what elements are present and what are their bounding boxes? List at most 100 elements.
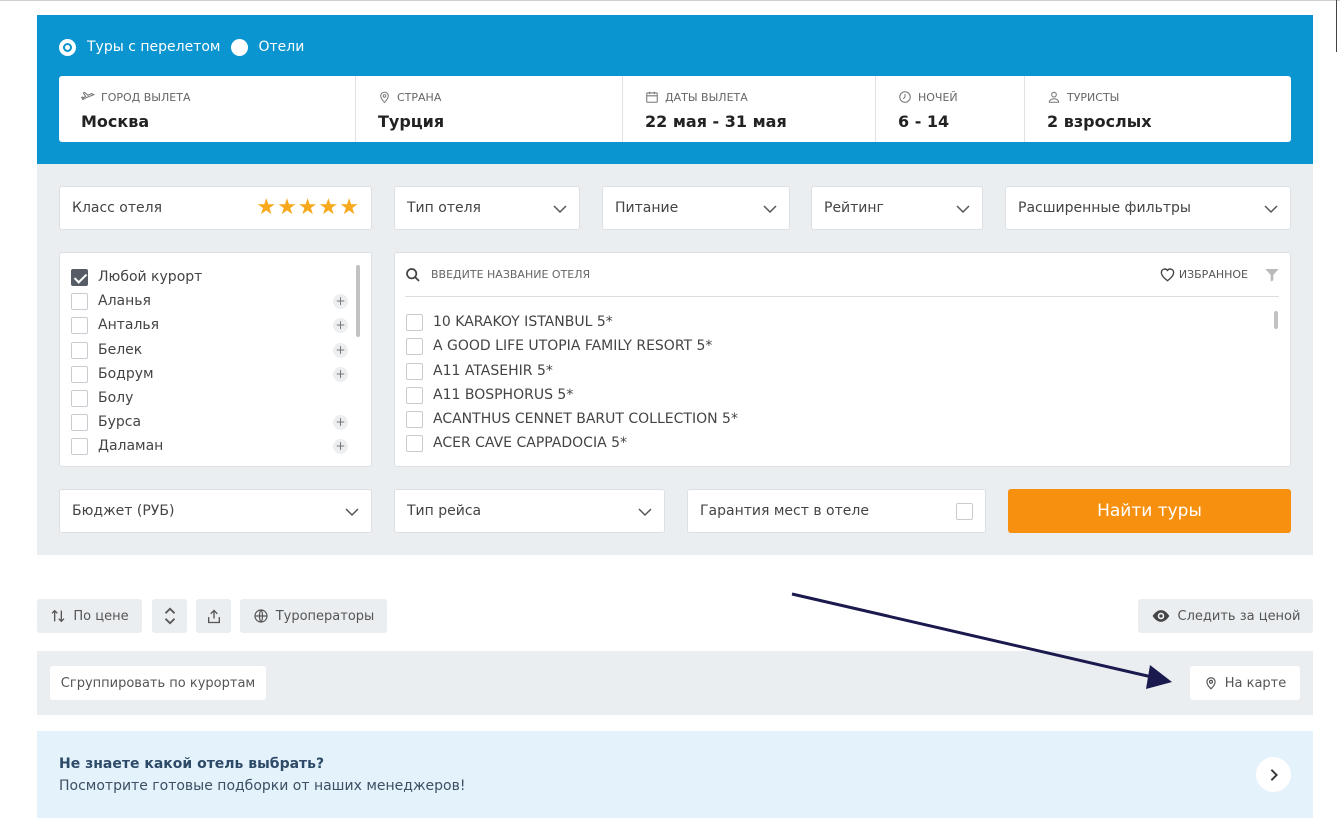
checkbox[interactable] — [71, 316, 88, 334]
resort-name: Любой курорт — [98, 269, 203, 285]
checkbox[interactable] — [406, 410, 423, 428]
operators-label: Туроператоры — [275, 608, 375, 624]
tourists-field[interactable]: ТУРИСТЫ 2 взрослых — [1025, 76, 1291, 142]
resort-item[interactable]: Анталья + — [71, 316, 351, 334]
hotel-search-input[interactable] — [431, 268, 1031, 281]
radio-unselected-icon — [230, 38, 248, 56]
star-rating: ★ ★ ★ ★ ★ — [255, 197, 359, 219]
tour-operators-button[interactable]: Туроператоры — [240, 599, 387, 633]
hotel-item[interactable]: ACER CAVE CAPPADOCIA 5* — [406, 434, 627, 452]
dates-field[interactable]: ДАТЫ ВЫЛЕТА 22 мая - 31 мая — [623, 76, 876, 142]
checkbox[interactable] — [71, 413, 88, 431]
clock-icon — [899, 91, 911, 103]
guarantee-toggle[interactable]: Гарантия мест в отеле — [687, 489, 986, 533]
meals-dropdown[interactable]: Питание — [602, 186, 790, 230]
guarantee-checkbox[interactable] — [956, 503, 973, 520]
nights-value: 6 - 14 — [898, 112, 950, 131]
checkbox[interactable] — [406, 313, 423, 331]
expand-plus-icon[interactable]: + — [333, 294, 348, 309]
top-border — [0, 0, 1340, 1]
resort-scrollbar[interactable] — [356, 265, 360, 337]
globe-icon — [254, 609, 268, 623]
flight-type-dropdown[interactable]: Тип рейса — [394, 489, 665, 533]
plane-icon — [81, 91, 95, 100]
resort-item[interactable]: Аланья + — [71, 292, 351, 310]
star-icon[interactable]: ★ — [277, 197, 297, 219]
watch-price-button[interactable]: Следить за ценой — [1138, 599, 1313, 633]
checkbox[interactable] — [71, 341, 88, 359]
find-tours-button[interactable]: Найти туры — [1008, 489, 1291, 533]
share-button[interactable] — [196, 599, 231, 633]
guarantee-label: Гарантия мест в отеле — [700, 503, 869, 519]
banner-next-button[interactable] — [1256, 757, 1291, 792]
star-icon[interactable]: ★ — [256, 197, 276, 219]
resort-item[interactable]: Любой курорт — [71, 268, 351, 286]
field-label: ГОРОД ВЫЛЕТА — [81, 89, 355, 105]
results-options-bar: Сгруппировать по курортам На карте — [37, 651, 1313, 715]
checkbox-checked[interactable] — [71, 268, 88, 286]
group-by-resort-button[interactable]: Сгруппировать по курортам — [50, 666, 266, 700]
resort-item[interactable]: Бурса + — [71, 413, 351, 431]
radio-tours-with-flight[interactable]: Туры с перелетом — [59, 38, 221, 56]
hotel-item[interactable]: ACANTHUS CENNET BARUT COLLECTION 5* — [406, 410, 738, 428]
hotel-class-filter[interactable]: Класс отеля ★ ★ ★ ★ ★ — [59, 186, 372, 230]
star-icon[interactable]: ★ — [339, 197, 359, 219]
star-icon[interactable]: ★ — [298, 197, 318, 219]
budget-dropdown[interactable]: Бюджет (РУБ) — [59, 489, 372, 533]
checkbox[interactable] — [406, 386, 423, 404]
nights-field[interactable]: НОЧЕЙ 6 - 14 — [876, 76, 1025, 142]
favorites-button[interactable]: ИЗБРАННОЕ — [1159, 267, 1248, 282]
radio-selected-icon — [59, 38, 76, 56]
hotel-item[interactable]: A11 BOSPHORUS 5* — [406, 386, 573, 404]
country-field[interactable]: СТРАНА Турция — [356, 76, 623, 142]
hotel-type-dropdown[interactable]: Тип отеля — [394, 186, 580, 230]
budget-label: Бюджет (РУБ) — [72, 503, 175, 519]
checkbox[interactable] — [71, 437, 88, 455]
calendar-icon — [646, 91, 658, 103]
checkbox[interactable] — [71, 292, 88, 310]
checkbox[interactable] — [71, 365, 88, 383]
chevron-down-icon — [763, 205, 777, 214]
heart-icon — [1160, 268, 1175, 282]
hotel-scrollbar[interactable] — [1274, 311, 1278, 329]
expand-plus-icon[interactable]: + — [333, 318, 348, 333]
favorites-label: ИЗБРАННОЕ — [1178, 268, 1248, 281]
filter-funnel-icon[interactable] — [1264, 267, 1280, 283]
resort-name: Анталья — [98, 317, 160, 333]
resort-name: Белек — [98, 342, 143, 358]
checkbox[interactable] — [406, 362, 423, 380]
expand-plus-icon[interactable]: + — [333, 439, 348, 454]
hotel-item[interactable]: 10 KARAKOY ISTANBUL 5* — [406, 313, 613, 331]
checkbox[interactable] — [406, 337, 423, 355]
departure-city-field[interactable]: ГОРОД ВЫЛЕТА Москва — [59, 76, 356, 142]
sort-direction-button[interactable] — [152, 599, 187, 633]
field-label: ДАТЫ ВЫЛЕТА — [645, 89, 875, 105]
checkbox[interactable] — [71, 389, 88, 407]
star-icon[interactable]: ★ — [319, 197, 339, 219]
hotel-item[interactable]: A11 ATASEHIR 5* — [406, 362, 553, 380]
resort-item[interactable]: Бодрум + — [71, 365, 351, 383]
resort-item[interactable]: Болу — [71, 389, 351, 407]
radio-hotels[interactable]: Отели — [230, 38, 304, 56]
resort-item[interactable]: Даламан + — [71, 437, 351, 455]
dates-value: 22 мая - 31 мая — [645, 112, 787, 131]
rating-label: Рейтинг — [824, 200, 884, 216]
chevron-down-icon — [638, 508, 652, 517]
resort-name: Аланья — [98, 293, 151, 309]
expand-plus-icon[interactable]: + — [333, 415, 348, 430]
radio-label: Туры с перелетом — [87, 39, 221, 55]
chevron-down-icon — [553, 205, 567, 214]
rating-dropdown[interactable]: Рейтинг — [811, 186, 983, 230]
resort-item[interactable]: Белек + — [71, 341, 351, 359]
hotel-item[interactable]: A GOOD LIFE UTOPIA FAMILY RESORT 5* — [406, 337, 712, 355]
window-edge — [1336, 0, 1337, 52]
sort-by-price-button[interactable]: По цене — [37, 599, 142, 633]
expand-plus-icon[interactable]: + — [333, 343, 348, 358]
filter-panel: Класс отеля ★ ★ ★ ★ ★ Тип отеля Питание … — [37, 164, 1313, 555]
checkbox[interactable] — [406, 434, 423, 452]
hotel-selection-banner[interactable]: Не знаете какой отель выбрать? Посмотрит… — [37, 731, 1313, 818]
advanced-filters-dropdown[interactable]: Расширенные фильтры — [1005, 186, 1291, 230]
location-pin-icon — [380, 91, 389, 104]
expand-plus-icon[interactable]: + — [333, 367, 348, 382]
on-map-button[interactable]: На карте — [1190, 666, 1300, 700]
